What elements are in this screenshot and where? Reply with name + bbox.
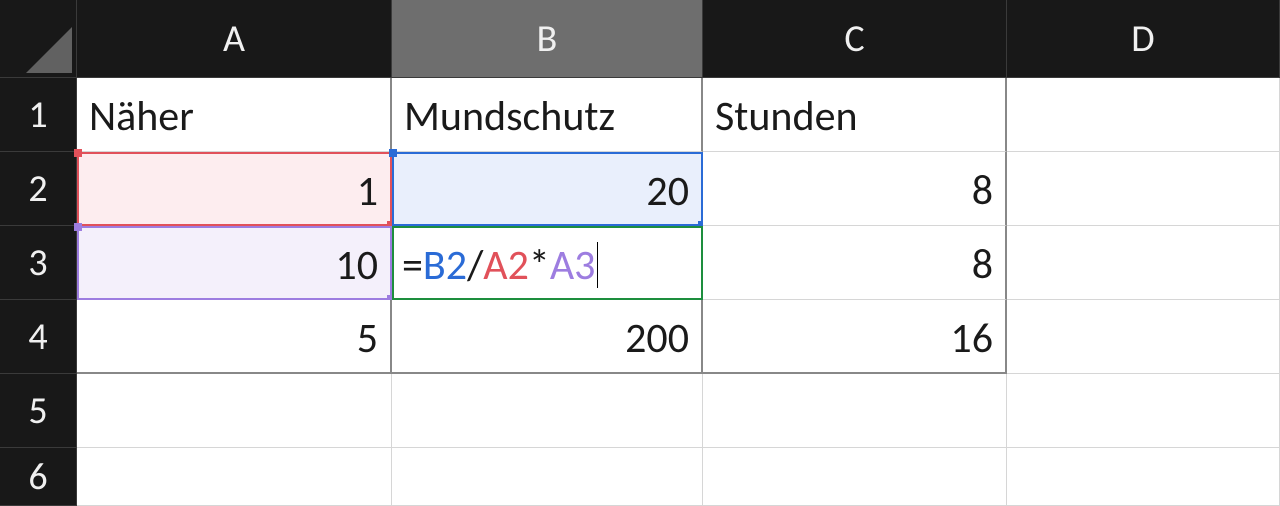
cell-C2[interactable]: 8	[703, 152, 1007, 226]
formula-ref-A3: A3	[550, 240, 596, 291]
cell-A6[interactable]	[77, 448, 392, 506]
row-header-5[interactable]: 5	[0, 374, 77, 448]
cell-B1[interactable]: Mundschutz	[392, 78, 703, 152]
cell-B6[interactable]	[392, 448, 703, 506]
cell-D5[interactable]	[1007, 374, 1280, 448]
row-header-6[interactable]: 6	[0, 448, 77, 506]
formula-mul: *	[529, 240, 550, 291]
cell-A4[interactable]: 5	[77, 300, 392, 374]
cell-A1[interactable]: Näher	[77, 78, 392, 152]
row-header-4[interactable]: 4	[0, 300, 77, 374]
formula-ref-B2: B2	[423, 240, 467, 291]
cell-B2[interactable]: 20	[392, 152, 703, 226]
cell-A2[interactable]: 1	[77, 152, 392, 226]
formula-ref-A2: A2	[483, 240, 529, 291]
cell-B5[interactable]	[392, 374, 703, 448]
cell-C6[interactable]	[703, 448, 1007, 506]
cell-D2[interactable]	[1007, 152, 1280, 226]
cell-D6[interactable]	[1007, 448, 1280, 506]
col-header-B[interactable]: B	[392, 0, 703, 78]
cell-C1[interactable]: Stunden	[703, 78, 1007, 152]
row-header-2[interactable]: 2	[0, 152, 77, 226]
row-header-1[interactable]: 1	[0, 78, 77, 152]
spreadsheet-grid: A B C D 1 Näher Mundschutz Stunden 2 1 2…	[0, 0, 1280, 506]
col-header-C[interactable]: C	[703, 0, 1007, 78]
row-header-3[interactable]: 3	[0, 226, 77, 300]
cell-C5[interactable]	[703, 374, 1007, 448]
cell-A3[interactable]: 10	[77, 226, 392, 300]
formula-div: /	[467, 240, 483, 291]
col-header-D[interactable]: D	[1007, 0, 1280, 78]
select-all-corner[interactable]	[0, 0, 77, 78]
cell-B4[interactable]: 200	[392, 300, 703, 374]
cell-A5[interactable]	[77, 374, 392, 448]
cell-D4[interactable]	[1007, 300, 1280, 374]
cell-B3-editing[interactable]: =B2/A2*A3	[392, 226, 703, 300]
cell-C4[interactable]: 16	[703, 300, 1007, 374]
formula-eq: =	[402, 240, 423, 291]
cell-D1[interactable]	[1007, 78, 1280, 152]
cell-D3[interactable]	[1007, 226, 1280, 300]
col-header-A[interactable]: A	[77, 0, 392, 78]
cell-C3[interactable]: 8	[703, 226, 1007, 300]
text-caret	[597, 242, 598, 288]
